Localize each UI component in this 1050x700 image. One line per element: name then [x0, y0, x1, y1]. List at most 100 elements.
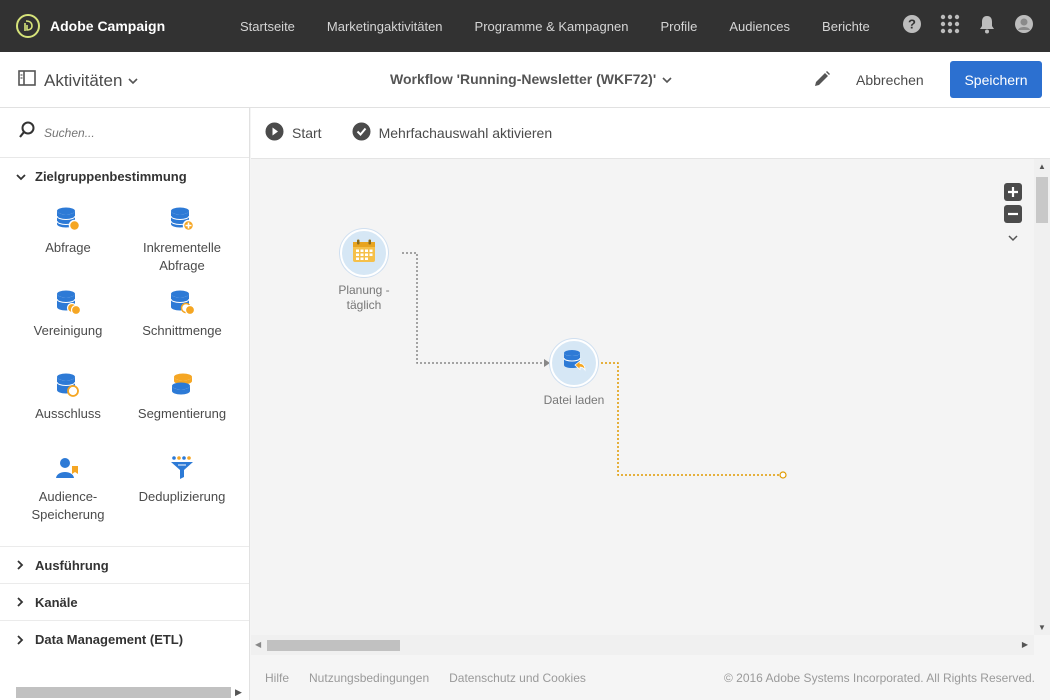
search-icon [18, 121, 36, 144]
zoom-controls [1004, 183, 1022, 247]
activity-abfrage[interactable]: Abfrage [11, 195, 125, 278]
footer-link-nutzungsbedingungen[interactable]: Nutzungsbedingungen [309, 671, 429, 685]
chevron-right-icon [16, 560, 26, 570]
play-icon [265, 122, 284, 144]
database-query-icon [55, 205, 81, 233]
chevron-down-icon [128, 72, 139, 90]
scrollbar-thumb[interactable] [1036, 177, 1048, 223]
nav-item-audiences[interactable]: Audiences [729, 19, 790, 34]
scroll-down-arrow-icon[interactable]: ▼ [1038, 623, 1046, 632]
section-label: Data Management (ETL) [35, 632, 184, 647]
zoom-in-button[interactable] [1004, 183, 1022, 201]
nav-item-marketingaktivitaeten[interactable]: Marketingaktivitäten [327, 19, 443, 34]
scroll-up-arrow-icon[interactable]: ▲ [1038, 162, 1046, 171]
save-button[interactable]: Speichern [950, 61, 1042, 98]
top-icons: ? [884, 14, 1034, 34]
activities-sidebar: Zielgruppenbestimmung Abfrage Inkremente… [0, 108, 250, 700]
scrollbar-thumb[interactable] [267, 640, 400, 651]
node-circle [550, 339, 598, 387]
multiselect-button[interactable]: Mehrfachauswahl aktivieren [352, 122, 553, 144]
chevron-right-icon [16, 597, 26, 607]
brand[interactable]: Adobe Campaign [16, 14, 216, 38]
database-exclusion-icon [55, 371, 81, 399]
section-label: Ausführung [35, 557, 109, 573]
adobe-campaign-logo-icon [16, 14, 40, 38]
database-intersection-icon [169, 288, 195, 316]
scroll-right-arrow-icon[interactable]: ▶ [235, 687, 242, 698]
chevron-down-icon [16, 173, 26, 181]
workflow-header: Aktivitäten Workflow 'Running-Newsletter… [0, 52, 1050, 108]
workflow-canvas[interactable]: Planung - täglich Datei laden [251, 159, 1034, 635]
activity-ausschluss[interactable]: Ausschluss [11, 361, 125, 444]
bell-icon[interactable] [978, 14, 996, 34]
activity-label: Schnittmenge [142, 323, 222, 338]
activity-label: Vereinigung [33, 323, 103, 338]
checkmark-circle-icon [352, 122, 371, 144]
apps-grid-icon[interactable] [940, 14, 960, 34]
user-avatar-icon[interactable] [1014, 14, 1034, 34]
node-planung-taeglich[interactable]: Planung - täglich [329, 229, 399, 313]
activity-label: Abfrage [45, 240, 91, 255]
activity-schnittmenge[interactable]: Schnittmenge [125, 278, 239, 361]
chevron-down-icon[interactable] [1007, 229, 1019, 247]
activity-vereinigung[interactable]: Vereinigung [11, 278, 125, 361]
section-kanaele[interactable]: Kanäle [0, 584, 249, 621]
activity-label: Ausschluss [35, 406, 101, 421]
sidebar-horizontal-scrollbar[interactable]: ▶ [0, 684, 250, 700]
nav-item-profile[interactable]: Profile [660, 19, 697, 34]
nav-item-programme-kampagnen[interactable]: Programme & Kampagnen [475, 19, 629, 34]
activities-label: Aktivitäten [44, 70, 123, 90]
top-navigation-bar: Adobe Campaign Startseite Marketingaktiv… [0, 0, 1050, 52]
scrollbar-thumb[interactable] [16, 686, 231, 698]
brand-name: Adobe Campaign [50, 18, 166, 34]
section-label: Kanäle [35, 594, 78, 610]
footer-link-datenschutz[interactable]: Datenschutz und Cookies [449, 671, 586, 685]
canvas-horizontal-scrollbar[interactable]: ◀ ▶ [251, 635, 1034, 655]
minus-icon [1008, 212, 1018, 216]
search-input[interactable] [44, 125, 224, 140]
activity-inkrementelle-abfrage[interactable]: Inkrementelle Abfrage [125, 195, 239, 278]
nav-item-berichte[interactable]: Berichte [822, 19, 870, 34]
activity-label: Inkrementelle Abfrage [142, 240, 222, 273]
activity-segmentierung[interactable]: Segmentierung [125, 361, 239, 444]
sidebar-panel-icon [18, 70, 36, 91]
page-footer: Hilfe Nutzungsbedingungen Datenschutz un… [251, 655, 1050, 700]
copyright-text: © 2016 Adobe Systems Incorporated. All R… [723, 670, 1035, 685]
workflow-title[interactable]: Workflow 'Running-Newsletter (WKF72)' [390, 71, 672, 87]
file-load-icon [562, 349, 586, 378]
activity-deduplizierung[interactable]: Deduplizierung [125, 444, 239, 536]
canvas-vertical-scrollbar[interactable]: ▲ ▼ [1034, 159, 1050, 635]
start-button[interactable]: Start [265, 122, 322, 144]
canvas-toolbar: Start Mehrfachauswahl aktivieren [251, 108, 1050, 159]
cancel-button[interactable]: Abbrechen [856, 72, 924, 88]
node-label: Planung - täglich [338, 283, 390, 312]
workflow-title-text: Workflow 'Running-Newsletter (WKF72)' [390, 71, 657, 87]
database-union-icon [55, 288, 81, 316]
activity-label: Deduplizierung [138, 489, 226, 504]
activity-grid: Abfrage Inkrementelle Abfrage Vereinigun… [0, 195, 249, 547]
multiselect-label: Mehrfachauswahl aktivieren [378, 125, 553, 141]
section-zielgruppenbestimmung[interactable]: Zielgruppenbestimmung [0, 158, 249, 195]
node-label: Datei laden [543, 393, 605, 407]
scroll-left-arrow-icon[interactable]: ◀ [255, 640, 261, 649]
activity-audience-speicherung[interactable]: Audience-Speicherung [11, 444, 125, 536]
database-incremental-icon [169, 205, 195, 233]
section-data-management[interactable]: Data Management (ETL) [0, 621, 249, 658]
activity-label: Segmentierung [137, 406, 227, 421]
nav-item-startseite[interactable]: Startseite [240, 19, 295, 34]
node-datei-laden[interactable]: Datei laden [529, 339, 619, 408]
help-icon[interactable]: ? [902, 14, 922, 34]
footer-link-hilfe[interactable]: Hilfe [265, 671, 289, 685]
database-segmentation-icon [169, 371, 195, 399]
section-label: Zielgruppenbestimmung [35, 169, 187, 184]
scroll-right-arrow-icon[interactable]: ▶ [1022, 640, 1028, 649]
plus-icon [1008, 187, 1018, 197]
svg-text:?: ? [908, 17, 916, 32]
audience-save-icon [55, 454, 81, 482]
zoom-out-button[interactable] [1004, 205, 1022, 223]
section-ausfuehrung[interactable]: Ausführung [0, 547, 249, 584]
chevron-right-icon [16, 634, 26, 645]
pencil-edit-icon[interactable] [812, 69, 832, 94]
start-label: Start [292, 125, 322, 141]
activities-toggle[interactable]: Aktivitäten [18, 70, 139, 91]
